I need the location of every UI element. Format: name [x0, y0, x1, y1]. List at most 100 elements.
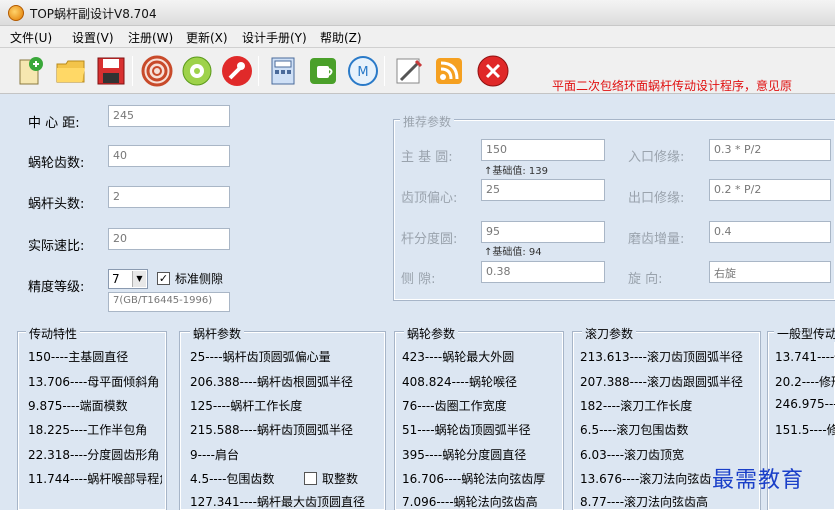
rss-icon[interactable]	[432, 54, 466, 88]
list-item: 11.744----蜗杆喉部导程角	[28, 472, 162, 486]
save-icon[interactable]	[94, 54, 128, 88]
center-distance-field[interactable]: 245	[108, 105, 230, 127]
menu-settings[interactable]: 设置(V)	[72, 29, 114, 46]
list-item: 76----齿圈工作宽度	[402, 399, 507, 413]
list-item: 150----主基圆直径	[28, 350, 129, 364]
spiral-icon[interactable]	[140, 54, 174, 88]
list-item: 9----肩台	[190, 448, 239, 462]
round-integer-label: 取整数	[322, 472, 359, 486]
grind-add-label: 磨齿增量:	[628, 232, 685, 247]
base-circle-field[interactable]: 150	[481, 139, 605, 161]
pitch-circle-field[interactable]: 95	[481, 221, 605, 243]
list-item: 51----蜗轮齿顶圆弧半径	[402, 423, 531, 437]
list-item: 16.706----蜗轮法向弦齿厚	[402, 472, 546, 486]
gear-icon[interactable]	[180, 54, 214, 88]
chevron-down-icon[interactable]: ▼	[132, 271, 146, 287]
entry-mod-label: 入口修缘:	[628, 150, 685, 165]
precision-value: 7	[112, 272, 120, 286]
list-item: 13.676----滚刀法向弦齿	[580, 472, 712, 486]
wheel-title: 蜗轮参数	[404, 325, 459, 342]
list-item: 151.5----修	[775, 423, 835, 437]
open-folder-icon[interactable]	[54, 54, 88, 88]
list-item: 6.03----滚刀齿顶宽	[580, 448, 685, 462]
list-item: 13.706----母平面倾斜角	[28, 375, 160, 389]
worm-title: 蜗杆参数	[190, 325, 245, 342]
worm-starts-field[interactable]: 2	[108, 186, 230, 208]
list-item: 18.225----工作半包角	[28, 423, 148, 437]
list-item: 207.388----滚刀齿跟圆弧半径	[580, 375, 743, 389]
menu-update[interactable]: 更新(X)	[186, 29, 228, 46]
list-item: 25----蜗杆齿顶圆弧偏心量	[190, 350, 331, 364]
list-item: 423----蜗轮最大外圆	[402, 350, 515, 364]
list-item: 395----蜗轮分度圆直径	[402, 448, 527, 462]
list-item: 213.613----滚刀齿顶圆弧半径	[580, 350, 743, 364]
menu-register[interactable]: 注册(W)	[128, 29, 173, 46]
round-integer-checkbox[interactable]	[304, 472, 317, 485]
circle-a-icon[interactable]: M	[346, 54, 380, 88]
backlash-label: 侧 隙:	[401, 272, 436, 287]
pitch-circle-label: 杆分度圆:	[401, 232, 458, 247]
gear-teeth-label: 蜗轮齿数:	[28, 156, 85, 171]
precision-select[interactable]: 7 ▼	[108, 269, 148, 289]
close-icon[interactable]	[476, 54, 510, 88]
list-item: 22.318----分度圆齿形角	[28, 448, 160, 462]
hob-title: 滚刀参数	[582, 325, 637, 342]
menu-help[interactable]: 帮助(Z)	[320, 29, 362, 46]
toolbar-separator	[384, 56, 385, 86]
base-circle-note: ↑基础值: 139	[484, 166, 549, 177]
menu-manual[interactable]: 设计手册(Y)	[242, 29, 307, 46]
center-distance-label: 中 心 距:	[28, 116, 80, 131]
add-file-icon[interactable]	[14, 54, 48, 88]
std-backlash-checkbox[interactable]: ✓	[157, 272, 170, 285]
general-title: 一般型传动	[774, 325, 835, 342]
list-item: 215.588----蜗杆齿顶圆弧半径	[190, 423, 353, 437]
list-item: 127.341----蜗杆最大齿顶圆直径	[190, 495, 365, 509]
list-item: 4.5----包围齿数	[190, 472, 275, 486]
grind-add-field[interactable]: 0.4	[709, 221, 831, 243]
list-item: 13.741----修	[775, 350, 835, 364]
program-banner: 平面二次包络环面蜗杆传动设计程序，意见原	[552, 79, 793, 93]
list-item: 6.5----滚刀包围齿数	[580, 423, 689, 437]
watermark-logo: 最需教育	[712, 468, 805, 493]
list-item: 8.77----滚刀法向弦齿高	[580, 495, 709, 509]
pitch-circle-note: ↑基础值: 94	[484, 247, 542, 258]
toolbar-separator	[132, 56, 133, 86]
worm-starts-label: 蜗杆头数:	[28, 197, 85, 212]
app-icon	[8, 5, 24, 21]
exit-mod-field[interactable]: 0.2 * P/2	[709, 179, 831, 201]
ratio-field[interactable]: 20	[108, 228, 230, 250]
ratio-label: 实际速比:	[28, 239, 85, 254]
base-circle-label: 主 基 圆:	[401, 150, 453, 165]
std-backlash-label: 标准侧隙	[175, 272, 224, 286]
hand-label: 旋 向:	[628, 272, 663, 287]
calculator-icon[interactable]	[266, 54, 300, 88]
backlash-field[interactable]: 0.38	[481, 261, 605, 283]
menu-file[interactable]: 文件(U)	[10, 29, 52, 46]
title-bar: TOP蜗杆副设计V8.704	[0, 0, 835, 26]
tooth-offset-label: 齿顶偏心:	[401, 191, 458, 206]
hand-field[interactable]: 右旋	[709, 261, 831, 283]
tooth-offset-field[interactable]: 25	[481, 179, 605, 201]
draw-icon[interactable]	[392, 54, 426, 88]
menu-bar: 文件(U) 设置(V) 注册(W) 更新(X) 设计手册(Y) 帮助(Z)	[0, 26, 835, 48]
std-text-field: 7(GB/T16445-1996)	[108, 292, 230, 312]
recommended-title: 推荐参数	[400, 113, 455, 130]
list-item: 20.2----修形	[775, 375, 835, 389]
svg-text:M: M	[357, 65, 368, 80]
precision-label: 精度等级:	[28, 280, 85, 295]
list-item: 246.975----	[775, 397, 835, 411]
toolbar-separator	[258, 56, 259, 86]
transmission-title: 传动特性	[26, 325, 81, 342]
gear-teeth-field[interactable]: 40	[108, 145, 230, 167]
list-item: 408.824----蜗轮喉径	[402, 375, 517, 389]
list-item: 9.875----端面模数	[28, 399, 128, 413]
entry-mod-field[interactable]: 0.3 * P/2	[709, 139, 831, 161]
list-item: 125----蜗杆工作长度	[190, 399, 303, 413]
list-item: 182----滚刀工作长度	[580, 399, 693, 413]
list-item: 206.388----蜗杆齿根圆弧半径	[190, 375, 353, 389]
list-item: 7.096----蜗轮法向弦齿高	[402, 495, 538, 509]
window-title: TOP蜗杆副设计V8.704	[30, 7, 157, 21]
exit-mod-label: 出口修缘:	[628, 191, 685, 206]
tea-icon[interactable]	[306, 54, 340, 88]
wrench-icon[interactable]	[220, 54, 254, 88]
